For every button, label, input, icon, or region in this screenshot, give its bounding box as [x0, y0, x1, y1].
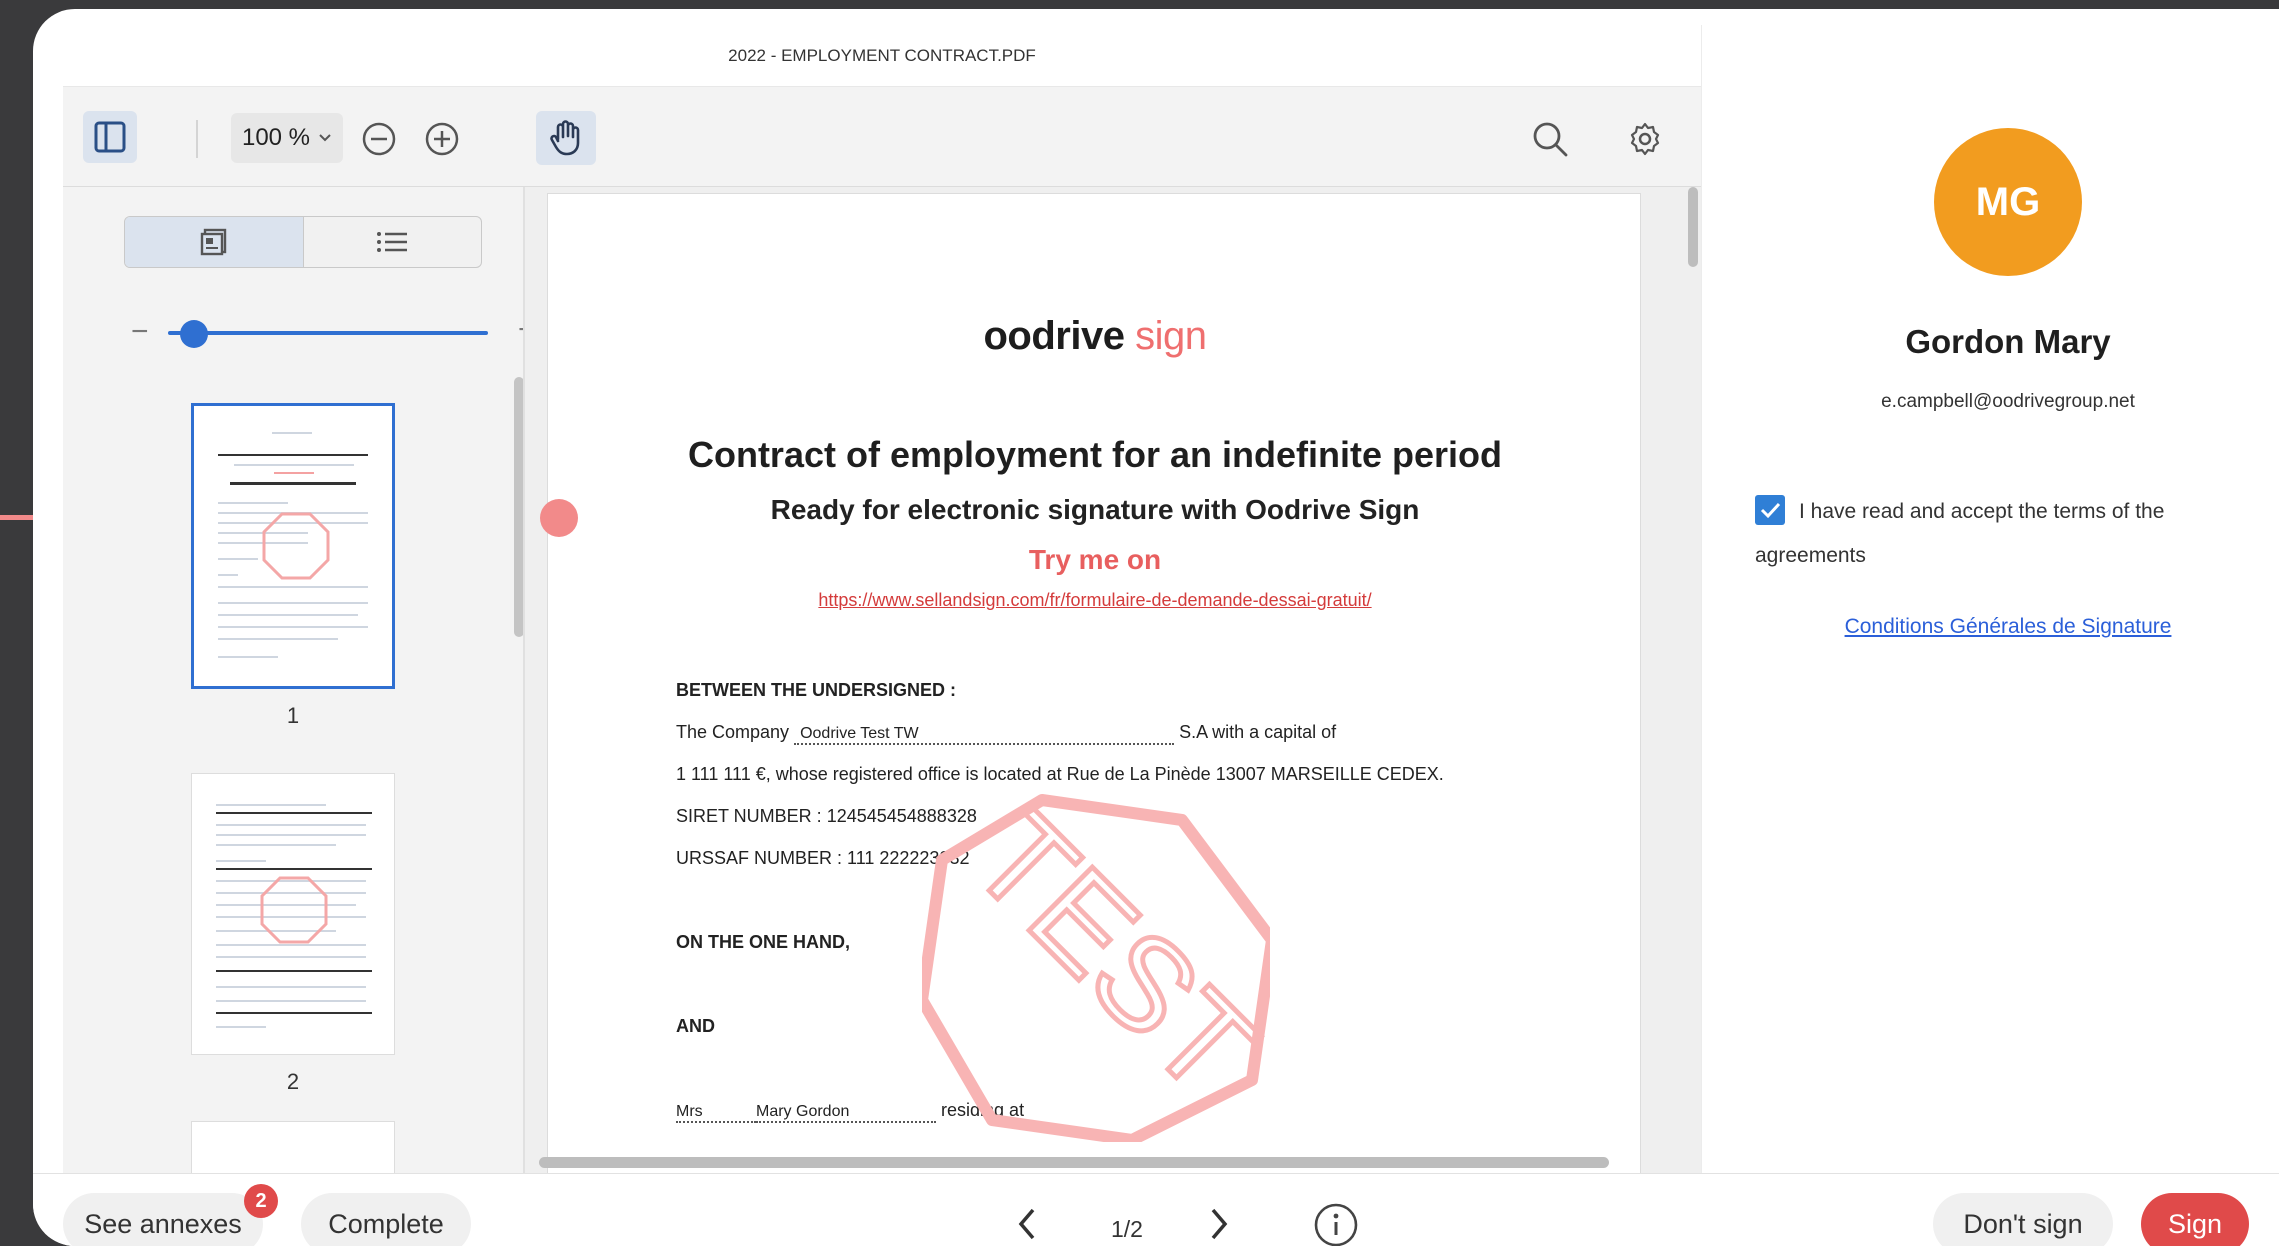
- hand-icon: [550, 120, 580, 156]
- one-hand-label: ON THE ONE HAND,: [676, 932, 851, 952]
- panel-mode-switch: [124, 216, 482, 268]
- contract-subtitle: Ready for electronic signature with Oodr…: [770, 494, 1420, 525]
- terms-checkbox[interactable]: [1755, 495, 1785, 526]
- slider-handle[interactable]: [180, 320, 208, 348]
- sign-button[interactable]: Sign: [2141, 1193, 2249, 1246]
- toolbar-divider: [196, 120, 198, 158]
- viewer-toolbar: 100 %: [63, 87, 1701, 187]
- thumbnail-page-number: 2: [286, 1069, 300, 1094]
- annotation-pointer-dot: [540, 499, 578, 537]
- stamp-text: TEST: [946, 790, 1270, 1121]
- between-heading: BETWEEN THE UNDERSIGNED :: [676, 680, 957, 700]
- thumbnails-icon: [200, 228, 226, 256]
- next-page-button[interactable]: [1203, 1206, 1233, 1246]
- terms-text: I have read and accept the terms of the …: [1755, 500, 2165, 567]
- info-button[interactable]: [1313, 1202, 1359, 1246]
- action-bar: See annexes 2 Complete 1/2 Don't sign Si…: [33, 1173, 2279, 1246]
- zoom-select[interactable]: 100 %: [231, 113, 343, 163]
- page-thumbnail-1[interactable]: [191, 403, 395, 689]
- zoom-in-button[interactable]: [420, 117, 464, 161]
- signer-email: e.campbell@oodrivegroup.net: [1881, 391, 2135, 412]
- zoom-out-icon: [362, 122, 396, 156]
- thumbnail-size-decrease[interactable]: −: [131, 315, 149, 349]
- page-indicator: 1/2: [1111, 1216, 1143, 1242]
- and-label: AND: [676, 1016, 715, 1036]
- chevron-down-icon: [319, 134, 331, 142]
- list-icon: [377, 232, 408, 252]
- annex-count-badge: 2: [244, 1184, 278, 1218]
- capital-line: 1 111 111 €, whose registered office is …: [676, 764, 1444, 784]
- file-title: 2022 - EMPLOYMENT CONTRACT.PDF: [63, 25, 1701, 87]
- terms-agreement: I have read and accept the terms of the …: [1755, 490, 2225, 578]
- thumbnail-scrollbar[interactable]: [514, 377, 523, 637]
- test-stamp-icon: [260, 876, 328, 944]
- document-page: oodrive sign Contract of employment for …: [547, 193, 1641, 1173]
- test-stamp: TEST: [922, 790, 1270, 1142]
- thumbnail-panel: − +: [63, 187, 525, 1173]
- avatar: MG: [1934, 128, 2082, 276]
- sidebar-panel-icon: [94, 121, 126, 153]
- thumbnail-size-slider[interactable]: [168, 331, 488, 335]
- employee-name-field: Mary Gordon: [756, 1103, 936, 1123]
- pdf-viewer: 2022 - EMPLOYMENT CONTRACT.PDF 100 % − 1…: [63, 25, 1701, 1173]
- contract-title: Contract of employment for an indefinite…: [687, 434, 1503, 475]
- document-vertical-scrollbar[interactable]: [1688, 187, 1698, 267]
- signer-panel: MG Gordon Mary e.campbell@oodrivegroup.n…: [1701, 25, 2279, 1173]
- signer-name: Gordon Mary: [1905, 323, 2111, 360]
- brand-logo: oodrive sign: [983, 314, 1208, 358]
- document-area: oodrive sign Contract of employment for …: [525, 187, 1701, 1173]
- zoom-out-button[interactable]: [357, 117, 401, 161]
- dont-sign-button[interactable]: Don't sign: [1933, 1193, 2113, 1246]
- tab-outline[interactable]: [304, 217, 482, 267]
- thumbnail-page-number: 1: [286, 703, 300, 728]
- trial-link[interactable]: https://www.sellandsign.com/fr/formulair…: [548, 590, 1642, 611]
- chevron-right-icon: [1211, 1208, 1228, 1240]
- sidebar-toggle-button[interactable]: [83, 111, 137, 163]
- page-thumbnail-partial[interactable]: [191, 1121, 395, 1173]
- terms-link[interactable]: Conditions Générales de Signature: [1702, 615, 2279, 639]
- tab-thumbnails[interactable]: [125, 217, 304, 267]
- document-horizontal-scrollbar[interactable]: [539, 1157, 1609, 1168]
- app-window: 2022 - EMPLOYMENT CONTRACT.PDF 100 % − 1…: [33, 9, 2279, 1246]
- settings-button[interactable]: [1621, 115, 1669, 163]
- pan-tool-button[interactable]: [536, 111, 596, 165]
- title-field: Mrs: [676, 1103, 756, 1123]
- complete-button[interactable]: Complete: [301, 1193, 471, 1246]
- thumbnail-size-increase[interactable]: +: [518, 313, 523, 347]
- search-icon: [1533, 122, 1568, 157]
- checkmark-icon: [1760, 503, 1781, 519]
- page-thumbnail-2[interactable]: [191, 773, 395, 1055]
- zoom-value: 100 %: [241, 124, 311, 151]
- test-stamp-icon: [262, 512, 330, 580]
- previous-page-button[interactable]: [1013, 1206, 1043, 1246]
- company-name-field: Oodrive Test TW: [794, 725, 1175, 745]
- company-line: The Company Oodrive Test TW S.A with a c…: [676, 722, 1336, 745]
- chevron-left-icon: [1018, 1208, 1035, 1240]
- search-button[interactable]: [1526, 115, 1574, 163]
- see-annexes-button[interactable]: See annexes: [63, 1193, 263, 1246]
- info-icon: [1314, 1203, 1358, 1246]
- zoom-in-icon: [425, 122, 459, 156]
- try-me-label: Try me on: [1028, 544, 1162, 575]
- gear-icon: [1630, 122, 1660, 156]
